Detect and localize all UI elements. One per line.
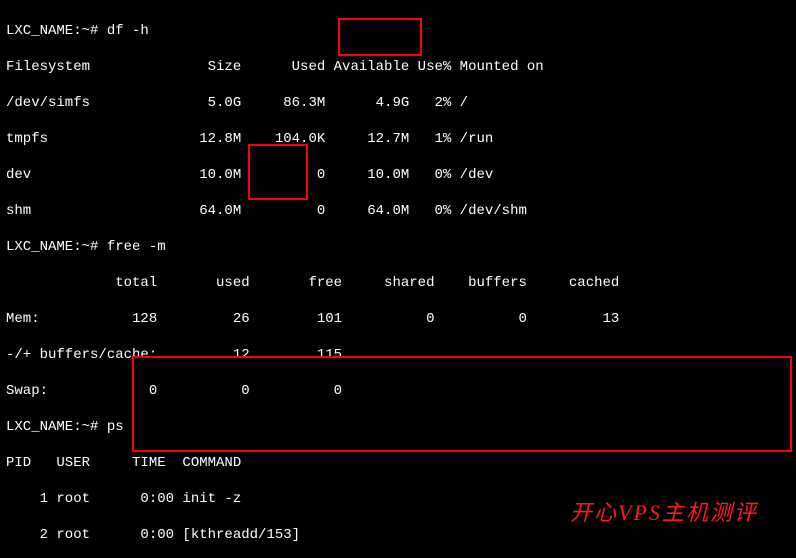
free-row: Mem: 128 26 101 0 0 13 <box>6 310 790 328</box>
df-header: Filesystem Size Used Available Use% Moun… <box>6 58 790 76</box>
highlight-nginx-phpfpm <box>132 356 792 452</box>
prompt: LXC_NAME:~# ps <box>6 418 790 436</box>
df-row: shm 64.0M 0 64.0M 0% /dev/shm <box>6 202 790 220</box>
free-header: total used free shared buffers cached <box>6 274 790 292</box>
df-row: /dev/simfs 5.0G 86.3M 4.9G 2% / <box>6 94 790 112</box>
prompt: LXC_NAME:~# df -h <box>6 22 790 40</box>
ps-row: 2 root 0:00 [kthreadd/153] <box>6 526 790 544</box>
df-row: dev 10.0M 0 10.0M 0% /dev <box>6 166 790 184</box>
terminal[interactable]: LXC_NAME:~# df -h Filesystem Size Used A… <box>0 0 796 558</box>
ps-row: 1 root 0:00 init -z <box>6 490 790 508</box>
df-row: tmpfs 12.8M 104.0K 12.7M 1% /run <box>6 130 790 148</box>
free-row: -/+ buffers/cache: 12 115 <box>6 346 790 364</box>
ps-header: PID USER TIME COMMAND <box>6 454 790 472</box>
free-row: Swap: 0 0 0 <box>6 382 790 400</box>
prompt: LXC_NAME:~# free -m <box>6 238 790 256</box>
